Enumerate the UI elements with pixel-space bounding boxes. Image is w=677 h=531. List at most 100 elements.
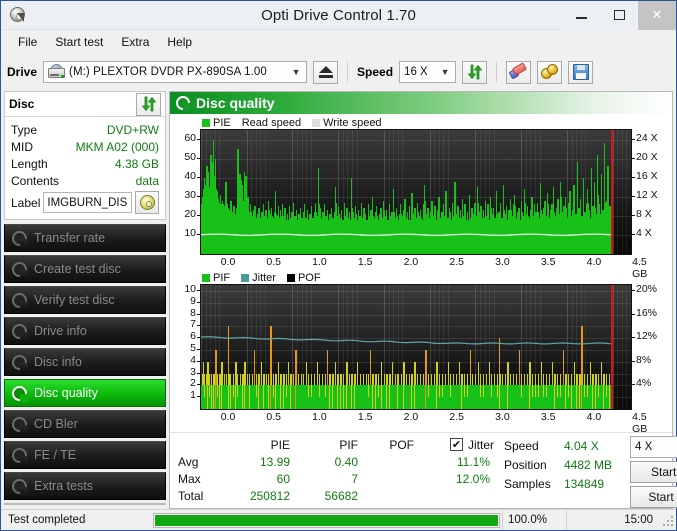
bookmark-button[interactable]: [537, 60, 563, 84]
jitter-toggle[interactable]: ✔ Jitter: [420, 438, 494, 452]
sidebar-item-cd-bler[interactable]: CD Bler: [4, 410, 166, 438]
window-title: Opti Drive Control 1.70: [261, 6, 416, 24]
x-tick-label: 3.0: [495, 411, 510, 423]
start-part-button[interactable]: Start part: [630, 486, 677, 508]
pie-x-axis: 0.0 0.5 1.0 1.5 2.0 2.5 3.0 3.5 4.0 4.5 GB: [200, 255, 648, 280]
sidebar-item-transfer-rate[interactable]: Transfer rate: [4, 224, 166, 252]
x-tick-label: 4.0: [586, 411, 602, 423]
toolbar-divider-2: [496, 61, 498, 83]
x-tick-label: 0.5: [266, 256, 282, 268]
y2-tick-label: 8%: [636, 353, 652, 366]
y2-tick-mark: [632, 176, 635, 178]
create-test-disc-icon: [12, 261, 28, 278]
drive-select[interactable]: (M:) PLEXTOR DVDR PX-890SA 1.00 ▼: [43, 61, 308, 83]
disc-info-icon: [12, 354, 28, 371]
stats-header-pie: PIE: [270, 437, 290, 452]
x-tick-label: 3.5: [540, 411, 556, 423]
disc-panel-header: Disc: [5, 92, 165, 117]
y2-tick-label: 16 X: [636, 169, 658, 182]
legend-item-pof: POF: [286, 272, 321, 284]
stats-header-pif: PIF: [339, 437, 358, 452]
menu-item-help[interactable]: Help: [158, 32, 201, 52]
drive-label: Drive: [7, 65, 38, 79]
y2-tick-mark: [632, 337, 635, 339]
y-tick-label: 10: [184, 282, 196, 295]
pie-plot-wrap: 10 20 30 40 50 60 4 X 8 X 12 X 16 X 20 X 24 X: [172, 129, 670, 255]
sidebar-item-disc-quality[interactable]: Disc quality: [4, 379, 166, 407]
scan-speed-key: Speed: [504, 438, 539, 453]
pif-chart-block: PIF Jitter POF 1234 5 6 7 8 9 10 4% 8% 1…: [172, 271, 670, 436]
start-full-button[interactable]: Start full: [630, 461, 677, 483]
refresh-button[interactable]: [462, 60, 488, 84]
x-tick-label: 1.5: [357, 256, 373, 268]
scan-info-table: Speed 4.04 X Position 4482 MB Samples 13…: [504, 436, 630, 493]
menu-item-extra[interactable]: Extra: [112, 32, 158, 52]
drive-select-value: (M:) PLEXTOR DVDR PX-890SA 1.00: [69, 66, 267, 78]
statistics-area: PIE PIF POF ✔ Jitter Avg 13.99 0.40 11.1…: [170, 432, 677, 508]
save-button[interactable]: [568, 60, 594, 84]
stats-max-pif: 7: [351, 471, 358, 486]
chevron-down-icon: ▼: [291, 67, 301, 77]
scan-action-buttons: 4 X ▼ Start full Start part: [630, 436, 677, 508]
legend-item-pif: PIF: [202, 272, 230, 284]
disc-refresh-button[interactable]: [136, 92, 161, 116]
legend-label-pie: PIE: [213, 116, 231, 129]
sidebar-item-disc-info[interactable]: Disc info: [4, 348, 166, 376]
jitter-checkbox[interactable]: ✔: [449, 438, 463, 451]
stats-row-label: Total: [178, 488, 204, 503]
legend-item-jitter: Jitter: [241, 272, 276, 284]
sidebar-item-label: Extra tests: [34, 479, 94, 493]
scan-speed-select[interactable]: 4 X ▼: [630, 436, 677, 458]
fe-te-icon: [12, 447, 28, 464]
sidebar-item-fe-te[interactable]: FE / TE: [4, 441, 166, 469]
disc-label-input[interactable]: IMGBURN_DIS: [43, 192, 132, 213]
stats-total-pif: 56682: [324, 488, 358, 503]
menu-item-start-test[interactable]: Start test: [46, 32, 112, 52]
sidebar-item-extra-tests[interactable]: Extra tests: [4, 472, 166, 500]
x-tick-label: 2.0: [403, 256, 419, 268]
scan-position-key: Position: [504, 457, 547, 472]
disc-label-row: Label IMGBURN_DIS: [11, 191, 159, 214]
sidebar-item-label: Drive info: [34, 324, 87, 338]
pif-y-axis-right: 4% 8% 12% 16% 20%: [632, 283, 670, 410]
y2-tick-label: 12 X: [636, 188, 658, 201]
left-sidebar: Disc Type DVD+RW MID MKM A02 (000) Lengt…: [4, 91, 166, 526]
y-tick-label: 20: [184, 207, 196, 220]
legend-swatch-pif: [202, 273, 210, 282]
speed-select[interactable]: 16 X ▼: [399, 61, 457, 83]
y-tick-label: 2: [190, 377, 196, 390]
disc-row-length-value: 4.38 GB: [114, 156, 159, 171]
resize-grip-icon[interactable]: [660, 513, 674, 527]
toolbar-divider-1: [347, 61, 349, 83]
eject-button[interactable]: [313, 60, 339, 84]
eraser-icon: [508, 62, 529, 80]
y-tick-label: 60: [184, 131, 196, 144]
sidebar-item-create-test-disc[interactable]: Create test disc: [4, 255, 166, 283]
disc-row-mid-value: MKM A02 (000): [75, 139, 159, 154]
legend-label-jitter: Jitter: [252, 271, 276, 284]
main-body: Disc Type DVD+RW MID MKM A02 (000) Lengt…: [1, 91, 677, 526]
drive-toolbar: Drive (M:) PLEXTOR DVDR PX-890SA 1.00 ▼ …: [1, 53, 676, 91]
disc-row-contents-value: data: [135, 173, 159, 188]
x-tick-label: 2.5: [449, 256, 465, 268]
stats-row-total: Total 250812 56682: [178, 487, 494, 504]
disc-row-contents: Contents data: [11, 172, 159, 189]
disc-row-type-value: DVD+RW: [106, 122, 159, 137]
sidebar-item-verify-test-disc[interactable]: Verify test disc: [4, 286, 166, 314]
legend-label-read-speed: Read speed: [241, 116, 302, 129]
erase-button[interactable]: [506, 60, 532, 84]
extra-tests-icon: [12, 478, 28, 495]
menu-item-file[interactable]: File: [9, 32, 46, 52]
sidebar-item-drive-info[interactable]: Drive info: [4, 317, 166, 345]
scan-info-speed: Speed 4.04 X: [504, 436, 630, 455]
disc-label-button[interactable]: [135, 191, 159, 214]
stats-total-pie: 250812: [249, 488, 290, 503]
menu-bar: File Start test Extra Help: [1, 30, 676, 53]
y-tick-label: 10: [184, 226, 196, 239]
opti-drive-control-window: Opti Drive Control 1.70 ✕ File Start tes…: [0, 0, 677, 531]
stats-row-label: Max: [178, 471, 201, 486]
y2-tick-label: 24 X: [636, 131, 658, 144]
x-tick-label: 1.0: [312, 411, 327, 423]
verify-test-disc-icon: [12, 292, 28, 309]
disc-row-type-key: Type: [11, 122, 38, 137]
